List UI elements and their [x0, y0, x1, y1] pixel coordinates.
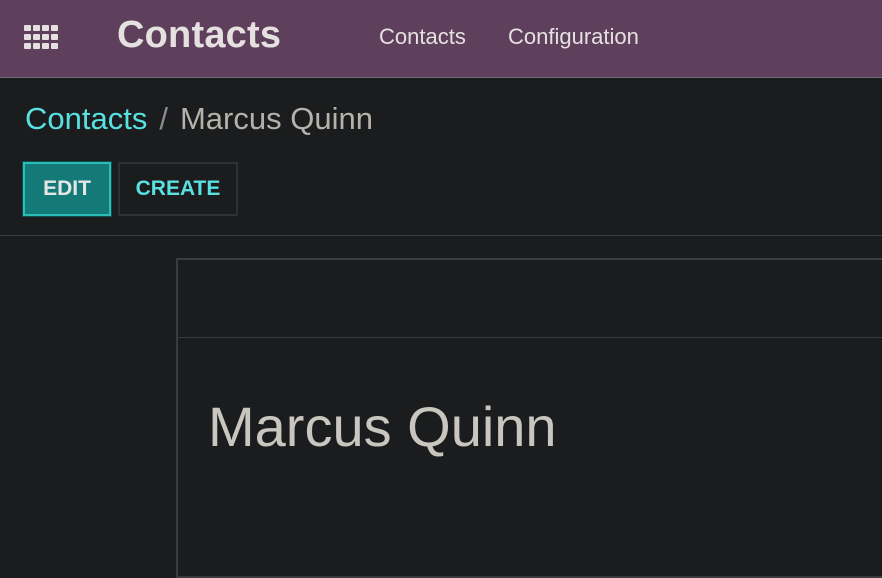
form-sheet: Marcus Quinn: [176, 258, 882, 578]
contact-name-title: Marcus Quinn: [208, 395, 557, 458]
edit-button[interactable]: EDIT: [23, 162, 111, 216]
menu-item-contacts[interactable]: Contacts: [379, 24, 466, 50]
create-button[interactable]: CREATE: [118, 162, 238, 216]
app-title: Contacts: [117, 14, 282, 56]
breadcrumb-current: Marcus Quinn: [179, 101, 373, 136]
breadcrumb-separator: /: [159, 101, 168, 136]
top-navbar: Contacts Contacts Configuration: [0, 0, 882, 78]
grid-apps-icon[interactable]: [24, 25, 58, 50]
menu-item-configuration[interactable]: Configuration: [508, 24, 639, 50]
control-panel: Contacts / Marcus Quinn EDIT CREATE: [0, 79, 882, 236]
form-sheet-header: [178, 260, 882, 338]
breadcrumb: Contacts / Marcus Quinn: [25, 101, 373, 137]
breadcrumb-link-contacts[interactable]: Contacts: [25, 101, 147, 136]
